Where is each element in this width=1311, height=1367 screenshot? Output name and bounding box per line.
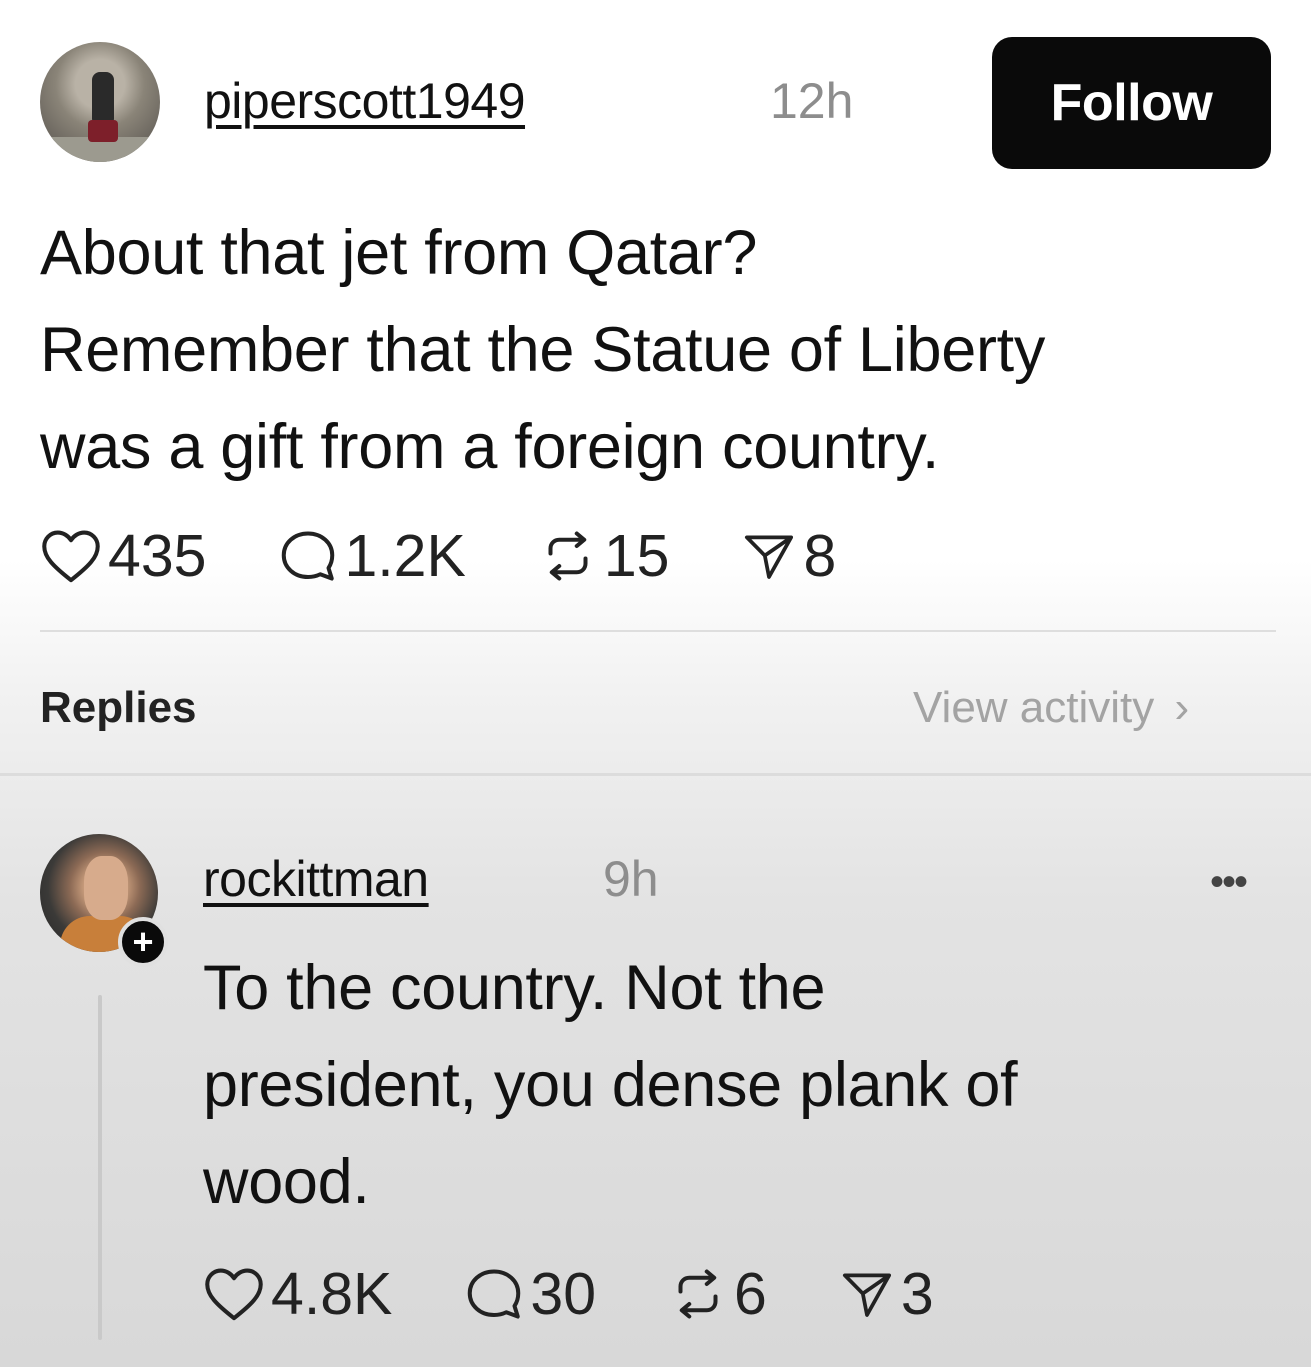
like-button[interactable]: 435 [40,522,206,590]
like-button[interactable]: 4.8K [203,1260,392,1328]
author-avatar[interactable] [40,42,160,162]
reply-author-username[interactable]: rockittman [203,850,429,908]
reply-text-line: To the country. Not the [203,953,826,1023]
repost-button[interactable]: 15 [538,522,670,590]
post-text-line: Remember that the Statue of Liberty [40,315,1046,385]
send-icon [842,1273,891,1317]
comment-button[interactable]: 1.2K [278,522,466,590]
author-username[interactable]: piperscott1949 [204,72,526,130]
chevron-right-icon: › [1174,683,1190,732]
heart-icon [42,530,100,583]
more-horizontal-icon[interactable]: ••• [1210,860,1248,905]
repost-icon [678,1269,718,1319]
comment-count: 30 [530,1261,597,1327]
follow-button[interactable]: Follow [992,37,1271,169]
like-count: 435 [108,523,207,589]
thread-line [98,995,102,1340]
repost-count: 6 [734,1261,767,1327]
comment-button[interactable]: 30 [464,1260,596,1328]
repost-icon [548,531,588,581]
view-activity-link[interactable]: View activity › [913,683,1189,733]
post-actions: 435 1.2K 15 8 [40,520,908,592]
post-timestamp: 12h [770,73,854,129]
post-text-line: was a gift from a foreign country. [40,412,940,482]
share-count: 8 [803,523,837,589]
comment-bubble-icon [282,531,335,581]
share-button[interactable]: 8 [741,522,836,590]
divider [0,773,1311,776]
post-text: About that jet from Qatar? Remember that… [40,205,1280,496]
comment-bubble-icon [468,1269,521,1319]
replies-heading: Replies [40,683,197,732]
post-text-line: About that jet from Qatar? [40,218,758,288]
reply-text-line: president, you dense plank of [203,1050,1018,1120]
comment-count: 1.2K [344,523,466,589]
share-button[interactable]: 3 [839,1260,934,1328]
plus-icon[interactable]: + [118,917,168,967]
reply-text: To the country. Not the president, you d… [203,940,1283,1231]
reply-timestamp: 9h [603,851,659,907]
share-count: 3 [900,1261,934,1327]
view-activity-label: View activity [913,683,1155,732]
heart-icon [205,1268,263,1321]
reply-text-line: wood. [203,1147,370,1217]
repost-button[interactable]: 6 [668,1260,767,1328]
repost-count: 15 [603,523,670,589]
divider [40,630,1276,632]
like-count: 4.8K [271,1261,393,1327]
reply-actions: 4.8K 30 6 3 [203,1258,1006,1330]
send-icon [745,535,794,579]
